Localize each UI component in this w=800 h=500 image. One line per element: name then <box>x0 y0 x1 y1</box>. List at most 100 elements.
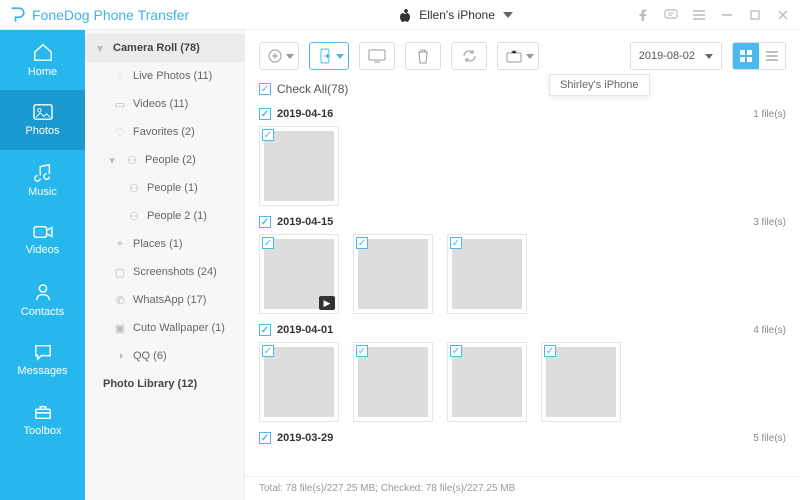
facebook-icon[interactable] <box>636 9 650 21</box>
checkbox-icon[interactable]: ✓ <box>450 237 462 249</box>
wallpaper-icon: ▣ <box>113 322 127 335</box>
photo-thumb[interactable]: ✓ <box>259 342 339 422</box>
sidebar-label: People 2 (1) <box>147 210 207 222</box>
chevron-down-icon <box>503 12 513 18</box>
chevron-down-icon <box>336 54 344 59</box>
places-icon: ⌖ <box>113 238 127 251</box>
date-filter[interactable]: 2019-08-02 <box>630 42 722 70</box>
nav-videos[interactable]: Videos <box>0 210 85 270</box>
menu-icon[interactable] <box>692 10 706 20</box>
close-icon[interactable] <box>776 10 790 20</box>
grid-view-button[interactable] <box>733 43 759 69</box>
sidebar-label: QQ (6) <box>133 350 167 362</box>
transfer-to-device-button[interactable] <box>309 42 349 70</box>
sidebar-item-people-2[interactable]: ⚇ People 2 (1) <box>85 202 244 230</box>
checkbox-icon[interactable]: ✓ <box>259 216 271 228</box>
nav-label: Contacts <box>21 306 64 318</box>
checkbox-icon[interactable]: ✓ <box>262 129 274 141</box>
app-title: FoneDog Phone Transfer <box>32 7 189 23</box>
videos-icon: ▭ <box>113 98 127 111</box>
group-header: ✓2019-03-29 5 file(s) <box>259 432 786 444</box>
photo-scroll[interactable]: ✓2019-04-16 1 file(s) ✓ ✓2019-04-15 3 fi… <box>245 98 800 476</box>
video-badge-icon: ▶ <box>319 296 335 310</box>
checkbox-icon[interactable]: ✓ <box>262 237 274 249</box>
nav-music[interactable]: Music <box>0 150 85 210</box>
window-controls <box>636 9 790 21</box>
sidebar-item-places[interactable]: ⌖ Places (1) <box>85 230 244 258</box>
sidebar-item-videos[interactable]: ▭ Videos (11) <box>85 90 244 118</box>
sidebar-item-people-1[interactable]: ⚇People (1) <box>85 174 244 202</box>
nav-home[interactable]: Home <box>0 30 85 90</box>
status-footer: Total: 78 file(s)/227.25 MB; Checked: 78… <box>245 476 800 500</box>
group-header: ✓2019-04-01 4 file(s) <box>259 324 786 336</box>
sidebar-label: Cuto Wallpaper (1) <box>133 322 225 334</box>
delete-button[interactable] <box>405 42 441 70</box>
check-all-label: Check All(78) <box>277 82 348 96</box>
photo-image <box>358 347 428 417</box>
sidebar-label: WhatsApp (17) <box>133 294 206 306</box>
add-button[interactable] <box>259 42 299 70</box>
export-to-pc-button[interactable] <box>359 42 395 70</box>
home-icon <box>32 42 54 62</box>
sidebar-item-people[interactable]: ▾⚇People (2) <box>85 146 244 174</box>
group-header: ✓2019-04-16 1 file(s) <box>259 108 786 120</box>
export-pc-icon <box>368 49 386 63</box>
videos-icon <box>32 224 54 240</box>
more-tools-button[interactable] <box>497 42 539 70</box>
nav-messages[interactable]: Messages <box>0 330 85 390</box>
checkbox-icon[interactable]: ✓ <box>259 108 271 120</box>
heart-icon: ♡ <box>113 126 127 139</box>
checkbox-icon[interactable]: ✓ <box>356 345 368 357</box>
photo-thumb[interactable]: ✓▶ <box>259 234 339 314</box>
device-selector[interactable]: Ellen's iPhone <box>399 8 513 22</box>
photo-thumb[interactable]: ✓ <box>447 234 527 314</box>
check-all-row[interactable]: ✓ Check All(78) <box>245 76 800 98</box>
collapse-icon: ▾ <box>93 42 107 55</box>
sidebar-photo-library[interactable]: Photo Library (12) <box>85 370 244 398</box>
whatsapp-icon: ✆ <box>113 294 127 307</box>
transfer-tooltip: Shirley's iPhone <box>549 74 650 96</box>
checkbox-icon[interactable]: ✓ <box>262 345 274 357</box>
photo-thumb[interactable]: ✓ <box>259 126 339 206</box>
refresh-button[interactable] <box>451 42 487 70</box>
sidebar-item-favorites[interactable]: ♡Favorites (2) <box>85 118 244 146</box>
nav-photos[interactable]: Photos <box>0 90 85 150</box>
briefcase-icon <box>506 50 522 63</box>
folder-sidebar: ▾ Camera Roll (78) ◌Live Photos (11) ▭ Vi… <box>85 30 245 500</box>
sidebar-item-cuto[interactable]: ▣ Cuto Wallpaper (1) <box>85 314 244 342</box>
photo-thumb[interactable]: ✓ <box>447 342 527 422</box>
group-header: ✓2019-04-15 3 file(s) <box>259 216 786 228</box>
maximize-icon[interactable] <box>748 10 762 20</box>
feedback-icon[interactable] <box>664 9 678 21</box>
sidebar-item-screenshots[interactable]: ▢ Screenshots (24) <box>85 258 244 286</box>
checkbox-icon[interactable]: ✓ <box>356 237 368 249</box>
sidebar-item-whatsapp[interactable]: ✆ WhatsApp (17) <box>85 286 244 314</box>
photo-image <box>264 131 334 201</box>
people-icon: ⚇ <box>125 154 139 167</box>
checkbox-icon[interactable]: ✓ <box>259 432 271 444</box>
person-icon: ⚇ <box>127 210 141 223</box>
nav-toolbox[interactable]: Toolbox <box>0 390 85 450</box>
photo-thumb[interactable]: ✓ <box>353 342 433 422</box>
checkbox-icon[interactable]: ✓ <box>544 345 556 357</box>
sidebar-label: Screenshots (24) <box>133 266 217 278</box>
checkbox-icon[interactable]: ✓ <box>259 324 271 336</box>
toolbox-icon <box>33 403 53 421</box>
list-view-button[interactable] <box>759 43 785 69</box>
sidebar-item-qq[interactable]: ◑QQ (6) <box>85 342 244 370</box>
sidebar-item-livephotos[interactable]: ◌Live Photos (11) <box>85 62 244 90</box>
checkbox-icon[interactable]: ✓ <box>259 83 271 95</box>
sidebar-label: Photo Library (12) <box>103 378 197 390</box>
trash-icon <box>416 49 430 64</box>
nav-contacts[interactable]: Contacts <box>0 270 85 330</box>
checkbox-icon[interactable]: ✓ <box>450 345 462 357</box>
nav-label: Photos <box>25 125 59 137</box>
sidebar-camera-roll[interactable]: ▾ Camera Roll (78) <box>85 34 244 62</box>
photo-thumb[interactable]: ✓ <box>353 234 433 314</box>
sidebar-label: Videos (11) <box>133 98 188 110</box>
toolbar: 2019-08-02 <box>245 30 800 76</box>
photo-thumb[interactable]: ✓ <box>541 342 621 422</box>
minimize-icon[interactable] <box>720 10 734 20</box>
screenshots-icon: ▢ <box>113 266 127 279</box>
sidebar-label: Places (1) <box>133 238 183 250</box>
